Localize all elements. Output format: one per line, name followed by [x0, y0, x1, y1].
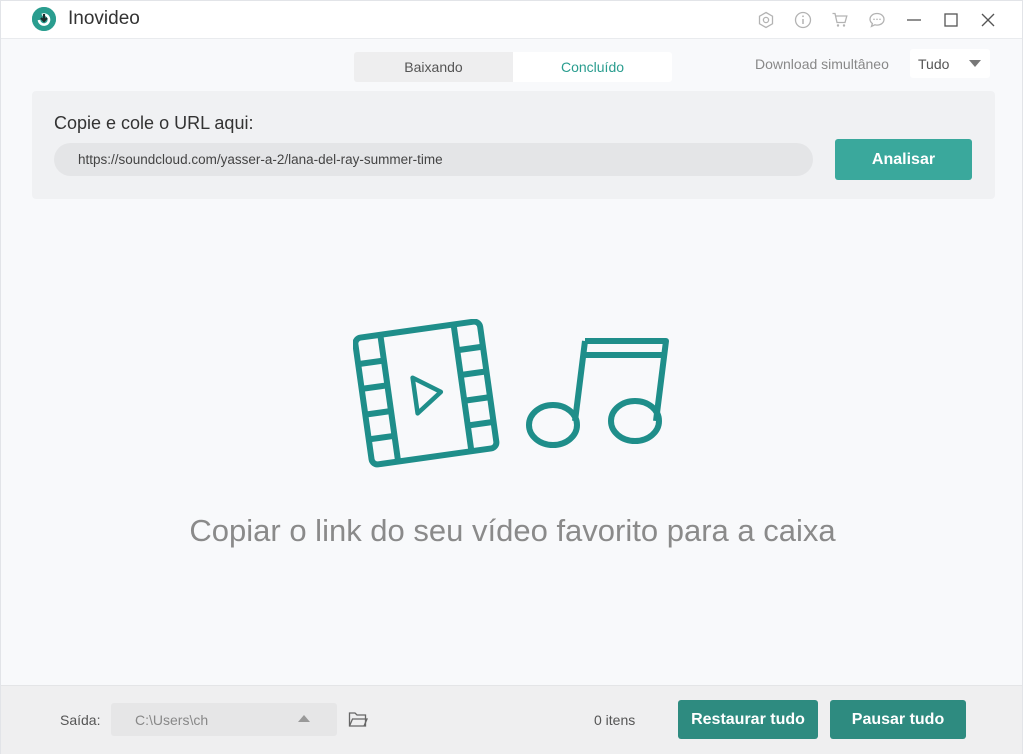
empty-state-hint: Copiar o link do seu vídeo favorito para…	[189, 513, 836, 548]
output-label: Saída:	[60, 712, 101, 728]
settings-icon[interactable]	[756, 10, 776, 30]
app-window: Inovideo Baixando Concluído Download sim…	[0, 0, 1023, 754]
info-icon[interactable]	[793, 10, 813, 30]
analyze-button[interactable]: Analisar	[835, 139, 972, 180]
simultaneous-download-value: Tudo	[918, 55, 950, 72]
url-label: Copie e cole o URL aqui:	[54, 113, 254, 133]
cart-icon[interactable]	[830, 10, 850, 30]
url-input[interactable]	[54, 143, 813, 176]
feedback-icon[interactable]	[867, 10, 887, 30]
items-count: 0 itens	[594, 712, 636, 728]
pause-all-button[interactable]: Pausar tudo	[830, 700, 966, 739]
tab-completed[interactable]: Concluído	[513, 52, 672, 82]
folder-icon[interactable]	[348, 710, 368, 728]
app-title: Inovideo	[68, 8, 140, 29]
output-path-value: C:\Users\ch	[135, 711, 209, 728]
simultaneous-download-select[interactable]: Tudo	[910, 49, 990, 78]
dropdown-caret-icon	[969, 60, 981, 67]
empty-state-illustration	[352, 318, 673, 469]
output-path-select[interactable]: C:\Users\ch	[111, 703, 337, 736]
video-film-icon	[352, 318, 500, 468]
download-tabs: Baixando Concluído	[354, 52, 672, 82]
dropdown-caret-icon	[298, 715, 310, 722]
music-note-icon	[526, 338, 669, 448]
app-logo-icon	[32, 7, 56, 31]
title-bar: Inovideo	[1, 1, 1022, 39]
simultaneous-download-label: Download simultâneo	[755, 56, 889, 72]
close-icon[interactable]	[978, 10, 998, 30]
restore-all-button[interactable]: Restaurar tudo	[678, 700, 818, 739]
url-panel: Copie e cole o URL aqui: Analisar	[32, 91, 995, 199]
window-controls	[756, 10, 998, 30]
maximize-icon[interactable]	[941, 10, 961, 30]
minimize-icon[interactable]	[904, 10, 924, 30]
tab-downloading[interactable]: Baixando	[354, 52, 513, 82]
bottom-bar: Saída: C:\Users\ch 0 itens Restaurar tud…	[1, 685, 1022, 754]
